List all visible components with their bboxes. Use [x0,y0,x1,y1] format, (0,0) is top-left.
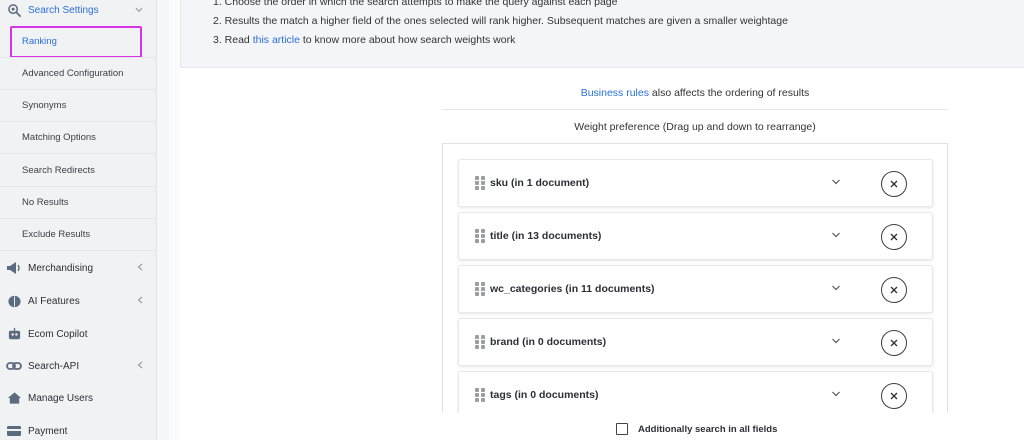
sidebar-item-label: Search-API [28,360,80,372]
chevron-down-icon[interactable] [831,390,843,400]
instruction-line-2: 2. Results the match a higher field of t… [213,15,788,27]
sidebar-item-no-results[interactable]: No Results [0,187,157,219]
additional-search-option[interactable]: Additionally search in all fields [616,423,777,435]
sidebar-item-label: Merchandising [28,262,94,274]
remove-field-button[interactable] [881,224,907,250]
chevron-left-icon [137,263,143,274]
remove-field-button[interactable] [881,277,907,303]
sidebar-item-merchandising[interactable]: Merchandising [0,252,157,284]
instructions-panel: 1. Choose the order in which the search … [180,0,1024,68]
field-label: tags (in 0 documents) [490,389,599,401]
chevron-down-icon[interactable] [831,284,843,294]
sidebar: Search Settings Ranking Advanced Configu… [0,0,157,440]
chevron-left-icon [137,361,143,372]
chevron-down-icon[interactable] [831,231,843,241]
sidebar-item-search-redirects[interactable]: Search Redirects [0,155,157,187]
sidebar-item-exclude-results[interactable]: Exclude Results [0,219,157,251]
remove-field-button[interactable] [881,330,907,356]
close-icon [890,233,898,241]
search-gear-icon [6,2,22,18]
drag-handle-icon[interactable] [475,282,485,296]
business-rules-text: also affects the ordering of results [648,87,810,99]
divider [442,109,948,110]
brain-icon [6,293,22,309]
remove-field-button[interactable] [881,171,907,197]
field-label: brand (in 0 documents) [490,336,607,348]
api-link-icon [6,358,22,374]
additional-search-checkbox[interactable] [616,423,628,435]
additional-search-label: Additionally search in all fields [638,423,778,435]
sidebar-item-label: Matching Options [22,132,96,143]
robot-icon [6,326,22,342]
sidebar-item-label: Synonyms [22,100,67,111]
home-user-icon [6,390,22,406]
instruction-text: to know more about how search weights wo… [299,34,516,46]
weight-field-list: sku (in 1 document) title (in 13 documen… [442,143,948,413]
sidebar-item-synonyms[interactable]: Synonyms [0,90,157,122]
close-icon [890,339,898,347]
sidebar-item-matching-options[interactable]: Matching Options [0,122,157,154]
drag-handle-icon[interactable] [475,335,485,349]
business-rules-link[interactable]: Business rules [581,87,649,99]
instruction-text: 3. Read [213,34,253,46]
sidebar-item-label: Payment [28,425,68,437]
field-label: sku (in 1 document) [490,177,590,189]
sidebar-item-label: Search Settings [28,4,99,16]
megaphone-icon [6,260,22,276]
chevron-left-icon [137,296,143,307]
instruction-line-1: 1. Choose the order in which the search … [213,0,618,8]
sidebar-item-label: Manage Users [28,392,94,404]
sidebar-item-search-api[interactable]: Search-API [0,350,157,382]
sidebar-item-advanced-configuration[interactable]: Advanced Configuration [0,58,157,90]
sidebar-item-search-settings[interactable]: Search Settings [0,0,157,26]
remove-field-button[interactable] [881,383,907,409]
sidebar-item-manage-users[interactable]: Manage Users [0,382,157,414]
weight-field-item[interactable]: title (in 13 documents) [458,212,933,260]
sidebar-item-label: Search Redirects [22,165,95,176]
article-link[interactable]: this article [253,34,300,46]
sidebar-item-label: Advanced Configuration [22,68,124,79]
card-icon [6,423,22,439]
sidebar-scrollbar[interactable] [157,0,169,440]
weight-field-item[interactable]: tags (in 0 documents) [458,371,933,413]
sidebar-item-label: Ranking [22,36,57,47]
chevron-down-icon[interactable] [831,337,843,347]
drag-handle-icon[interactable] [475,229,485,243]
chevron-down-icon [135,5,143,16]
business-rules-note: Business rules also affects the ordering… [442,87,948,99]
weight-field-item[interactable]: sku (in 1 document) [458,159,933,207]
sidebar-item-ai-features[interactable]: AI Features [0,285,157,317]
weight-field-item[interactable]: wc_categories (in 11 documents) [458,265,933,313]
instruction-line-3: 3. Read this article to know more about … [213,34,515,46]
sidebar-item-label: Ecom Copilot [28,328,88,340]
field-label: title (in 13 documents) [490,230,602,242]
close-icon [890,392,898,400]
drag-handle-icon[interactable] [475,176,485,190]
close-icon [890,180,898,188]
field-label: wc_categories (in 11 documents) [490,283,655,295]
sidebar-item-label: AI Features [28,295,80,307]
drag-handle-icon[interactable] [475,388,485,402]
close-icon [890,286,898,294]
sidebar-item-ecom-copilot[interactable]: Ecom Copilot [0,318,157,350]
sidebar-item-payment[interactable]: Payment [0,415,157,440]
chevron-down-icon[interactable] [831,178,843,188]
weight-preference-title: Weight preference (Drag up and down to r… [574,121,816,133]
sidebar-item-label: Exclude Results [22,229,91,240]
sidebar-item-ranking[interactable]: Ranking [0,26,157,58]
weight-field-item[interactable]: brand (in 0 documents) [458,318,933,366]
sidebar-item-label: No Results [22,197,69,208]
